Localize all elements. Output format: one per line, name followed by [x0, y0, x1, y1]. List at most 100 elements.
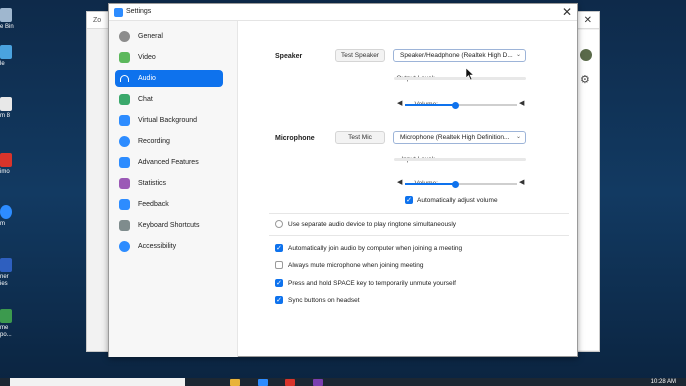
settings-window: Settings ✕ General Video Audio Chat Virt… [108, 3, 578, 357]
app-glyph-icon [0, 45, 12, 59]
close-icon[interactable]: ✕ [562, 5, 572, 19]
volume-high-icon: ◀ [519, 179, 525, 186]
desktop-app-icon[interactable]: m 8 [0, 97, 26, 120]
desktop-icon-label: m 8 [0, 113, 11, 119]
zoom-glyph-icon [0, 205, 12, 219]
taskbar-app-icon[interactable] [258, 379, 268, 386]
sidebar-item-chat[interactable]: Chat [115, 91, 223, 108]
statistics-icon [119, 178, 130, 189]
speaker-volume-slider[interactable] [405, 101, 517, 109]
desktop-app-icon[interactable]: m [0, 205, 26, 228]
desktop-icon-label: le [0, 61, 5, 67]
volume-high-icon: ◀ [519, 100, 525, 107]
sidebar-item-label: Advanced Features [138, 159, 199, 166]
sidebar-item-label: General [138, 33, 163, 40]
always-mute-label: Always mute microphone when joining meet… [288, 262, 424, 269]
desktop-app-icon[interactable]: me po... [0, 309, 26, 339]
sidebar-item-label: Video [138, 54, 156, 61]
headphones-icon [120, 75, 129, 82]
settings-sidebar: General Video Audio Chat Virtual Backgro… [109, 21, 238, 357]
window-title: Settings [126, 8, 152, 15]
auto-join-audio-checkbox[interactable]: ✓ [275, 244, 283, 252]
sidebar-item-label: Feedback [138, 201, 169, 208]
desktop-app-icon[interactable]: ner ies [0, 258, 26, 288]
sync-headset-checkbox[interactable]: ✓ [275, 296, 283, 304]
auto-adjust-volume-label: Automatically adjust volume [417, 197, 498, 204]
video-icon [119, 52, 130, 63]
speaker-device-value: Speaker/Headphone (Realtek High D... [400, 52, 513, 59]
sidebar-item-label: Recording [138, 138, 170, 145]
sidebar-item-statistics[interactable]: Statistics [115, 175, 223, 192]
speaker-section-label: Speaker [275, 53, 303, 60]
space-unmute-checkbox[interactable]: ✓ [275, 279, 283, 287]
audio-settings-panel: Speaker Test Speaker Speaker/Headphone (… [239, 21, 577, 357]
file-explorer-icon[interactable] [230, 379, 240, 386]
sidebar-item-label: Audio [138, 75, 156, 82]
volume-low-icon: ◀ [397, 179, 403, 186]
gear-icon[interactable]: ⚙ [580, 73, 590, 86]
desktop-icon-label: e Bin [0, 24, 14, 30]
app-glyph-icon [0, 309, 12, 323]
sidebar-item-general[interactable]: General [115, 28, 223, 45]
microphone-device-value: Microphone (Realtek High Definition... [400, 134, 510, 141]
divider [269, 235, 569, 236]
virtual-background-icon [119, 115, 130, 126]
sync-headset-label: Sync buttons on headset [288, 297, 360, 304]
close-icon[interactable]: ✕ [584, 15, 592, 26]
sidebar-item-audio[interactable]: Audio [115, 70, 223, 87]
test-mic-button[interactable]: Test Mic [335, 131, 385, 144]
taskbar-search-box[interactable] [10, 378, 185, 386]
microphone-volume-fill [405, 183, 456, 185]
separate-audio-device-label: Use separate audio device to play ringto… [288, 221, 457, 228]
speaker-volume-fill [405, 104, 456, 106]
separate-audio-device-checkbox[interactable] [275, 220, 283, 228]
background-window-side-panel: ⚙ [575, 30, 599, 350]
auto-join-audio-label: Automatically join audio by computer whe… [288, 245, 463, 252]
general-icon [119, 31, 130, 42]
microphone-volume-knob[interactable] [451, 180, 459, 188]
sidebar-item-keyboard-shortcuts[interactable]: Keyboard Shortcuts [115, 217, 223, 234]
sidebar-item-label: Keyboard Shortcuts [138, 222, 200, 229]
volume-low-icon: ◀ [397, 100, 403, 107]
speaker-device-select[interactable]: Speaker/Headphone (Realtek High D... ⌄ [393, 49, 526, 62]
taskbar: 10:28 AM [0, 378, 686, 386]
app-glyph-icon [0, 153, 12, 167]
desktop-app-icon[interactable]: imo [0, 153, 26, 176]
microphone-device-select[interactable]: Microphone (Realtek High Definition... ⌄ [393, 131, 526, 144]
desktop-app-icon[interactable]: le [0, 45, 26, 68]
keyboard-icon [119, 220, 130, 231]
sidebar-item-label: Accessibility [138, 243, 177, 250]
microphone-volume-slider[interactable] [405, 180, 517, 188]
space-unmute-label: Press and hold SPACE key to temporarily … [288, 280, 456, 287]
app-glyph-icon [0, 258, 12, 272]
recycle-bin-glyph-icon [0, 8, 12, 22]
chevron-down-icon: ⌄ [515, 134, 521, 140]
desktop-icon-label: m [0, 221, 5, 227]
test-speaker-button[interactable]: Test Speaker [335, 49, 385, 62]
sidebar-item-accessibility[interactable]: Accessibility [115, 238, 223, 255]
recycle-bin-icon[interactable]: e Bin [0, 8, 26, 31]
divider [269, 213, 569, 214]
mouse-cursor-icon [466, 68, 474, 80]
taskbar-app-icon[interactable] [285, 379, 295, 386]
taskbar-app-icon[interactable] [313, 379, 323, 386]
app-glyph-icon [0, 97, 12, 111]
taskbar-clock[interactable]: 10:28 AM [651, 378, 676, 386]
auto-adjust-volume-checkbox[interactable]: ✓ [405, 196, 413, 204]
sidebar-item-virtual-background[interactable]: Virtual Background [115, 112, 223, 129]
desktop-icon-label: ner ies [0, 274, 9, 287]
accessibility-icon [119, 241, 130, 252]
sidebar-item-video[interactable]: Video [115, 49, 223, 66]
chevron-down-icon: ⌄ [515, 52, 521, 58]
sidebar-item-label: Chat [138, 96, 153, 103]
sidebar-item-recording[interactable]: Recording [115, 133, 223, 150]
chat-icon [119, 94, 130, 105]
advanced-features-icon [119, 157, 130, 168]
always-mute-checkbox[interactable] [275, 261, 283, 269]
background-window-title: Zo [93, 17, 102, 24]
sidebar-item-advanced-features[interactable]: Advanced Features [115, 154, 223, 171]
speaker-volume-knob[interactable] [451, 101, 459, 109]
desktop-icon-label: me po... [0, 325, 12, 338]
avatar[interactable] [580, 49, 592, 61]
sidebar-item-feedback[interactable]: Feedback [115, 196, 223, 213]
